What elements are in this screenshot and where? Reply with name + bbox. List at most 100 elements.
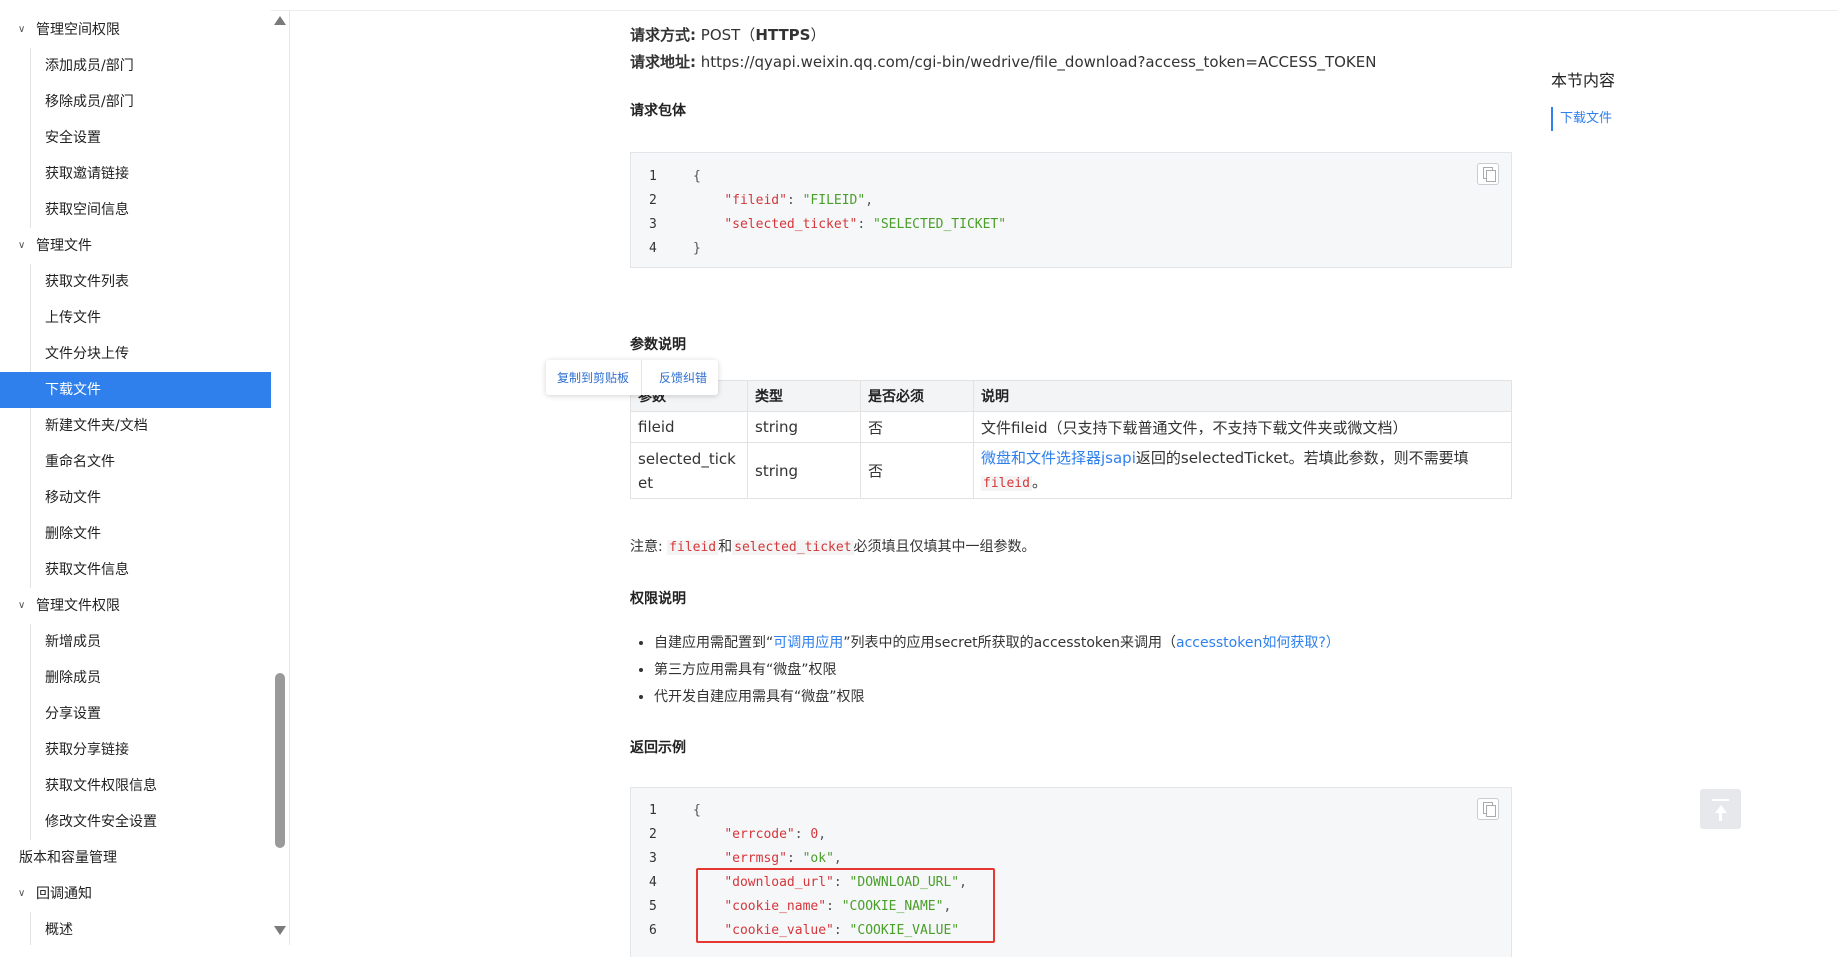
- table-row: fileid string 否 文件fileid（只支持下载普通文件，不支持下载…: [630, 411, 1512, 443]
- request-method-label: 请求方式:: [630, 26, 696, 44]
- sidebar-item-label: 获取文件列表: [45, 274, 129, 290]
- body-heading: 请求包体: [630, 103, 686, 119]
- table-header: 说明: [973, 380, 1512, 412]
- line-number: 1: [649, 803, 657, 818]
- sidebar-item[interactable]: 上传文件: [0, 300, 271, 336]
- sidebar-item-label: 管理文件: [36, 238, 92, 254]
- sidebar-item[interactable]: 添加成员/部门: [0, 48, 271, 84]
- code-text: "errcode": 0,: [724, 827, 827, 842]
- selection-popover: 复制到剪贴板 反馈纠错: [546, 360, 718, 395]
- back-to-top-button[interactable]: [1700, 789, 1741, 829]
- callable-apps-link[interactable]: 可调用应用: [773, 635, 843, 651]
- chevron-down-icon: ∨: [18, 240, 26, 251]
- scroll-up-arrow-icon[interactable]: [274, 16, 286, 25]
- sidebar-item[interactable]: 获取邀请链接: [0, 156, 271, 192]
- sidebar-item[interactable]: 下载文件: [0, 372, 271, 408]
- sidebar-divider: [289, 10, 290, 945]
- sidebar-item[interactable]: 获取空间信息: [0, 192, 271, 228]
- sidebar-item[interactable]: 移除成员/部门: [0, 84, 271, 120]
- doc-sidebar-nav: ∨ 管理空间权限 添加成员/部门 移除成员/部门 安全设置 获取邀请链接 获取空间信息 ∨ 管理…: [0, 0, 271, 945]
- sidebar-item[interactable]: 新增成员: [0, 624, 271, 660]
- chevron-down-icon: ∨: [18, 24, 26, 35]
- sidebar-item[interactable]: 重命名文件: [0, 444, 271, 480]
- request-protocol: HTTPS: [755, 26, 811, 44]
- note-mid: 和: [718, 539, 733, 555]
- perm-text: ”列表中的应用secret所获取的accesstoken来调用（: [843, 635, 1176, 651]
- line-number: 6: [649, 923, 657, 938]
- list-item: 自建应用需配置到“可调用应用”列表中的应用secret所获取的accesstok…: [654, 630, 1340, 657]
- feedback-button[interactable]: 反馈纠错: [659, 369, 707, 386]
- sidebar-item[interactable]: ∨ 管理文件权限: [0, 588, 271, 624]
- sidebar-item[interactable]: 移动文件: [0, 480, 271, 516]
- sidebar-item[interactable]: 获取文件信息: [0, 552, 271, 588]
- sidebar-item[interactable]: 修改文件安全设置: [0, 804, 271, 840]
- sidebar-item[interactable]: ∨ 管理空间权限: [0, 12, 271, 48]
- sidebar-item-label: 管理空间权限: [36, 22, 120, 38]
- accesstoken-link[interactable]: accesstoken如何获取?: [1176, 635, 1326, 651]
- sidebar-item-label: 回调通知: [36, 886, 92, 902]
- chevron-down-icon: ∨: [18, 600, 26, 611]
- code-line: 1{: [631, 799, 1511, 823]
- list-item: 第三方应用需具有“微盘”权限: [654, 657, 1340, 684]
- return-heading: 返回示例: [630, 740, 686, 756]
- line-number: 4: [649, 875, 657, 890]
- code-line: 4}: [631, 237, 1511, 261]
- param-name: fileid: [630, 411, 748, 443]
- highlight-annotation-box: [696, 868, 995, 943]
- sidebar-item-label: 新增成员: [45, 634, 101, 650]
- sidebar-item-label: 添加成员/部门: [45, 58, 134, 74]
- sidebar-item-label: 下载文件: [45, 382, 101, 398]
- param-required: 否: [860, 411, 974, 443]
- sidebar-item[interactable]: 版本和容量管理: [0, 840, 271, 876]
- code-line: 2 "errcode": 0,: [631, 823, 1511, 847]
- jsapi-link[interactable]: 微盘和文件选择器jsapi: [981, 449, 1136, 467]
- sidebar-item[interactable]: 删除文件: [0, 516, 271, 552]
- sidebar-item-label: 移动文件: [45, 490, 101, 506]
- sidebar-item-label: 新建文件夹/文档: [45, 418, 148, 434]
- perm-text: ）: [1325, 635, 1340, 651]
- sidebar-item[interactable]: ∨ 回调通知: [0, 876, 271, 912]
- scroll-down-arrow-icon[interactable]: [274, 926, 286, 935]
- param-desc-text: 返回的selectedTicket。若填此参数，则不需要填: [1135, 448, 1469, 467]
- request-url-value: https://qyapi.weixin.qq.com/cgi-bin/wedr…: [696, 53, 1377, 71]
- sidebar-scrollbar-thumb[interactable]: [275, 673, 285, 848]
- code-text: {: [693, 169, 701, 184]
- perm-list: 自建应用需配置到“可调用应用”列表中的应用secret所获取的accesstok…: [654, 630, 1340, 711]
- sidebar-item[interactable]: 安全设置: [0, 120, 271, 156]
- sidebar-item[interactable]: 文件分块上传: [0, 336, 271, 372]
- sidebar-item[interactable]: 获取分享链接: [0, 732, 271, 768]
- param-name: selected_ticket: [630, 442, 748, 499]
- sidebar-item-label: 删除文件: [45, 526, 101, 542]
- toc-item-download-file[interactable]: 下载文件: [1551, 107, 1612, 131]
- line-number: 3: [649, 851, 657, 866]
- code-line: 1{: [631, 165, 1511, 189]
- sidebar-item[interactable]: 新建文件夹/文档: [0, 408, 271, 444]
- sidebar-item-label: 获取文件权限信息: [45, 778, 157, 794]
- param-desc-code: fileid: [981, 475, 1032, 491]
- request-url-label: 请求地址:: [630, 53, 696, 71]
- params-heading: 参数说明: [630, 337, 686, 353]
- param-desc-end: 。: [1031, 472, 1047, 491]
- sidebar-item-label: 获取文件信息: [45, 562, 129, 578]
- note-code-selected-ticket: selected_ticket: [732, 540, 854, 555]
- sidebar-item-label: 安全设置: [45, 130, 101, 146]
- line-number: 2: [649, 827, 657, 842]
- table-row: selected_ticket string 否 微盘和文件选择器jsapi返回…: [630, 442, 1512, 499]
- toc-title: 本节内容: [1551, 71, 1616, 90]
- popover-divider: [641, 360, 642, 395]
- note-suffix: 必须填且仅填其中一组参数。: [853, 539, 1036, 555]
- sidebar-item[interactable]: ∨ 管理文件: [0, 228, 271, 264]
- request-method-close: ）: [810, 26, 826, 44]
- perm-text: 自建应用需配置到“: [654, 635, 774, 651]
- top-divider: [0, 10, 1837, 11]
- sidebar-item-label: 修改文件安全设置: [45, 814, 157, 830]
- sidebar-item[interactable]: 获取文件权限信息: [0, 768, 271, 804]
- request-url-line: 请求地址: https://qyapi.weixin.qq.com/cgi-bi…: [630, 51, 1376, 72]
- sidebar-item[interactable]: 概述: [0, 912, 271, 945]
- request-method-value: POST（: [696, 26, 756, 44]
- copy-to-clipboard-button[interactable]: 复制到剪贴板: [557, 369, 629, 386]
- chevron-down-icon: ∨: [18, 888, 26, 899]
- sidebar-item[interactable]: 获取文件列表: [0, 264, 271, 300]
- sidebar-item[interactable]: 分享设置: [0, 696, 271, 732]
- sidebar-item[interactable]: 删除成员: [0, 660, 271, 696]
